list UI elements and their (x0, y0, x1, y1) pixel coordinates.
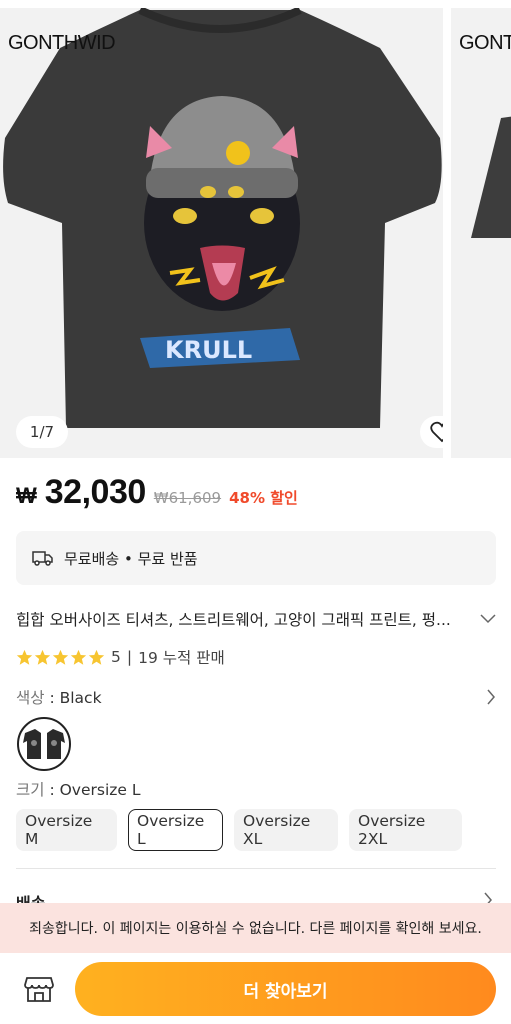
discount-badge: 48% 할인 (229, 489, 298, 507)
star-rating (16, 649, 105, 666)
truck-icon (32, 551, 53, 566)
color-selector-row[interactable]: 색상 : Black (16, 686, 496, 708)
tshirt-image-next (471, 116, 511, 238)
currency-symbol: ₩ (16, 483, 37, 508)
size-option-l[interactable]: Oversize L (128, 809, 223, 851)
size-option-m[interactable]: Oversize M (16, 809, 117, 851)
star-icon (16, 649, 33, 665)
product-image-gallery[interactable]: KRULL GONTHWID 1/7 158 GONTHWID (0, 0, 511, 458)
brand-logo: GONTHWID (8, 32, 116, 54)
section-divider (16, 868, 496, 869)
size-value: Oversize L (59, 781, 141, 799)
unavailable-notice: 죄송합니다. 이 페이지는 이용하실 수 없습니다. 다른 페이지를 확인해 보… (0, 903, 511, 953)
swatch-thumbnail (23, 729, 65, 759)
shipping-text: 무료배송 • 무료 반품 (64, 549, 198, 568)
original-price: ₩61,609 (153, 489, 222, 507)
current-price: 32,030 (44, 473, 147, 511)
product-image-next[interactable]: GONTHWID (451, 8, 511, 458)
tshirt-image: KRULL (3, 8, 442, 428)
size-label-row: 크기 : Oversize L (16, 778, 141, 800)
star-icon (52, 649, 69, 665)
color-label: 색상 (16, 689, 45, 707)
rating-score: 5 (111, 648, 121, 666)
rating-separator: | (126, 648, 133, 666)
heart-icon (430, 421, 443, 443)
price-row: ₩ 32,030 ₩61,609 48% 할인 (16, 473, 298, 512)
notice-text: 죄송합니다. 이 페이지는 이용하실 수 없습니다. 다른 페이지를 확인해 보… (29, 921, 482, 937)
product-image-main[interactable]: KRULL GONTHWID 1/7 158 (0, 8, 443, 458)
color-value: Black (59, 689, 102, 707)
product-title-row[interactable]: 힙합 오버사이즈 티셔츠, 스트리트웨어, 고양이 그래픽 프린트, 펑... (16, 608, 496, 630)
store-icon[interactable] (24, 975, 54, 1003)
explore-more-button[interactable]: 더 찾아보기 (75, 962, 496, 1016)
star-icon (88, 649, 105, 665)
shirt-graphic-text: KRULL (165, 336, 252, 364)
rating-row[interactable]: 5 | 19 누적 판매 (16, 646, 225, 668)
size-option-xl[interactable]: Oversize XL (234, 809, 338, 851)
shipping-info: 무료배송 • 무료 반품 (16, 531, 496, 585)
size-options: Oversize M Oversize L Oversize XL Oversi… (16, 809, 462, 851)
sold-count: 19 누적 판매 (138, 649, 225, 667)
image-counter: 1/7 (16, 416, 68, 448)
size-option-2xl[interactable]: Oversize 2XL (349, 809, 462, 851)
star-icon (34, 649, 51, 665)
chevron-down-icon[interactable] (480, 614, 496, 624)
color-swatch-black[interactable] (17, 717, 71, 771)
chevron-right-icon[interactable] (486, 689, 496, 705)
product-title: 힙합 오버사이즈 티셔츠, 스트리트웨어, 고양이 그래픽 프린트, 펑... (16, 611, 451, 629)
size-label: 크기 (16, 781, 45, 799)
color-separator: : (44, 689, 60, 707)
bottom-action-bar: 더 찾아보기 (0, 953, 511, 1024)
size-separator: : (44, 781, 60, 799)
star-icon (70, 649, 87, 665)
